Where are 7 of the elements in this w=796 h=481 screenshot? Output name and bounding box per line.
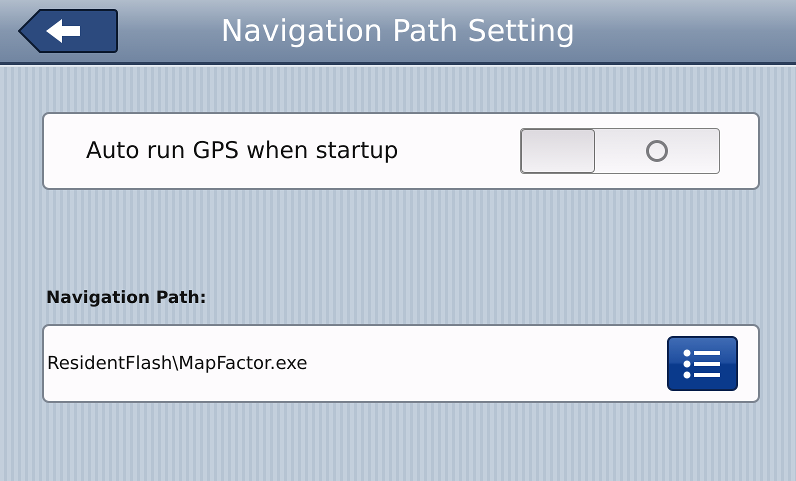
setting-label: Auto run GPS when startup	[86, 138, 398, 164]
window-title: Navigation Path Setting	[220, 14, 576, 48]
list-button[interactable]	[667, 336, 738, 391]
toggle-switch[interactable]	[520, 128, 720, 174]
field-label: Navigation Path:	[46, 288, 206, 308]
path-value: ResidentFlash\MapFactor.exe	[47, 353, 308, 374]
back-button[interactable]	[18, 9, 118, 53]
